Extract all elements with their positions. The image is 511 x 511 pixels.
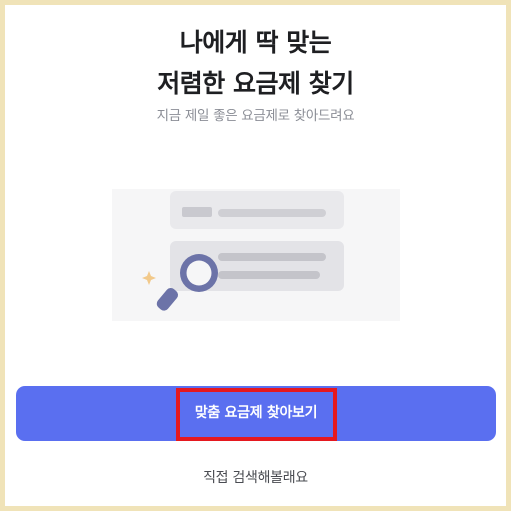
magnifier-search-icon <box>156 254 218 311</box>
page-subtitle: 지금 제일 좋은 요금제로 찾아드려요 <box>156 108 355 124</box>
find-plan-button[interactable]: 맞춤 요금제 찾아보기 <box>16 386 496 441</box>
sparkle-icon <box>142 271 156 285</box>
page-title-line-2: 저렴한 요금제 찾기 <box>157 69 354 98</box>
direct-search-link[interactable]: 직접 검색해볼래요 <box>5 467 506 487</box>
search-illustration <box>112 189 400 321</box>
page-frame: 나에게 딱 맞는 저렴한 요금제 찾기 지금 제일 좋은 요금제로 찾아드려요 <box>5 5 506 506</box>
find-plan-button-label: 맞춤 요금제 찾아보기 <box>194 405 318 421</box>
page-title-line-1: 나에게 딱 맞는 <box>179 28 332 57</box>
search-illustration-graphic <box>142 191 344 311</box>
